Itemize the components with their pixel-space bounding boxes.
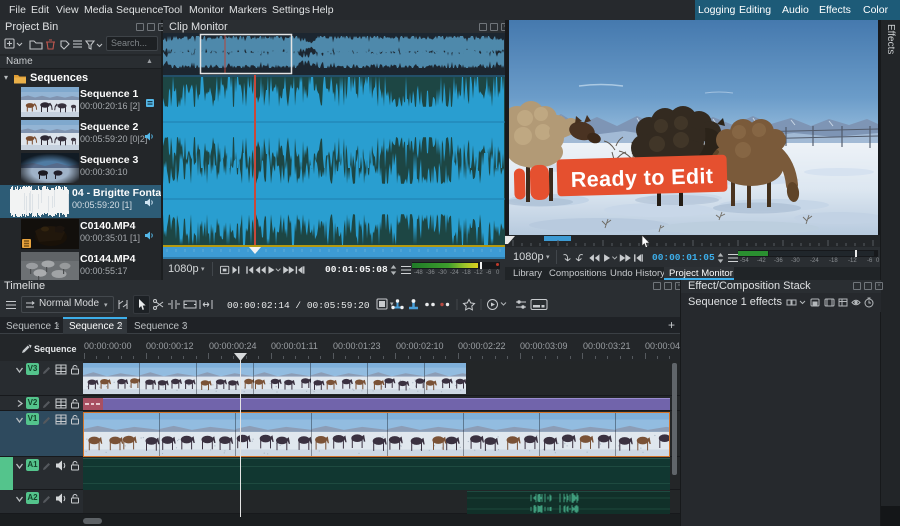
svg-text:Ready to Edit: Ready to Edit bbox=[570, 164, 713, 192]
